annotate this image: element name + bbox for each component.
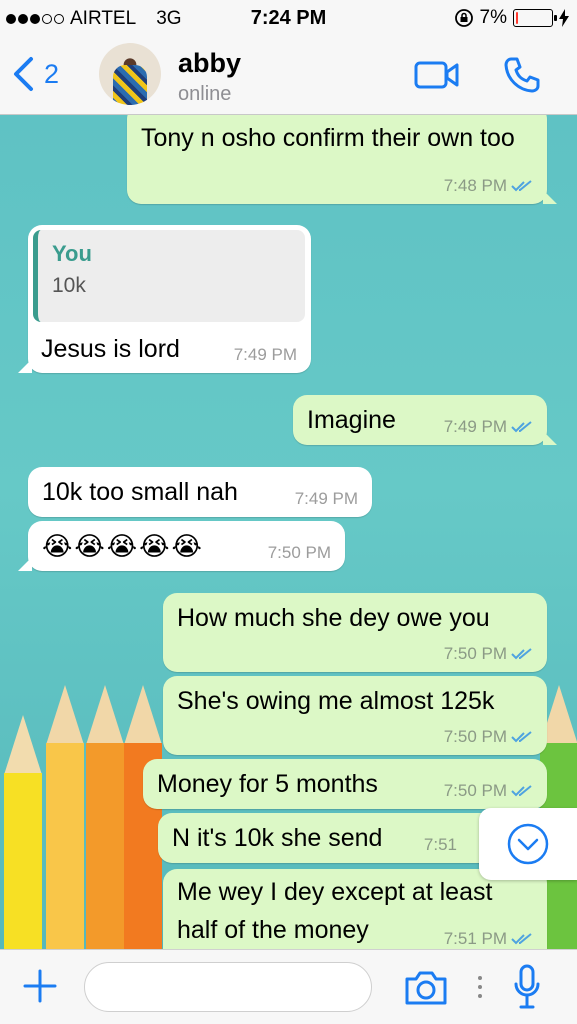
message-incoming-reply[interactable]: You 10k Jesus is lord 7:49 PM: [18, 225, 311, 373]
chat-area[interactable]: Tony n osho confirm their own too 7:48 P…: [0, 115, 577, 949]
message-text: How much she dey owe you: [177, 604, 490, 632]
contact-status: online: [178, 83, 232, 105]
quoted-text: 10k: [52, 274, 86, 297]
attach-plus-icon[interactable]: [22, 968, 58, 1004]
quoted-message[interactable]: You 10k: [33, 230, 305, 322]
unread-count: 2: [44, 58, 60, 89]
message-outgoing[interactable]: Me wey I dey except at least half of the…: [163, 869, 547, 949]
message-incoming-emoji[interactable]: 😭😭😭😭😭 7:50 PM: [18, 521, 345, 571]
message-time: 7:51 PM: [443, 929, 507, 948]
chevron-down-circle-icon: [507, 823, 549, 865]
message-meta: 7:48 PM: [444, 176, 533, 196]
battery-icon: [513, 9, 557, 27]
read-receipt-icon: [511, 180, 532, 192]
message-outgoing[interactable]: Tony n osho confirm their own too 7:48 P…: [127, 115, 557, 204]
read-receipt-icon: [511, 731, 532, 743]
microphone-icon[interactable]: [512, 964, 542, 1010]
battery-percent: 7%: [479, 7, 507, 28]
scroll-to-bottom-button[interactable]: [479, 808, 577, 880]
rotation-lock-icon: [454, 9, 473, 27]
message-time: 7:50 PM: [443, 781, 507, 800]
back-button[interactable]: 2: [12, 56, 59, 92]
message-time: 7:50 PM: [443, 727, 507, 746]
chat-header: 2 abby online: [0, 38, 577, 115]
message-incoming[interactable]: 10k too small nah 7:49 PM: [28, 467, 372, 517]
message-input-bar: [0, 949, 577, 1024]
message-time: 7:50 PM: [443, 644, 507, 663]
charging-bolt-icon: [559, 9, 569, 27]
message-outgoing[interactable]: Imagine 7:49 PM: [293, 395, 557, 445]
message-time: 7:49 PM: [443, 417, 507, 436]
status-bar: AIRTEL 3G 7:24 PM 7%: [0, 0, 577, 38]
phone-call-icon[interactable]: [502, 55, 542, 95]
message-time: 7:49 PM: [294, 489, 358, 508]
read-receipt-icon: [511, 648, 532, 660]
message-time: 7:49 PM: [233, 345, 297, 364]
message-outgoing[interactable]: Money for 5 months 7:50 PM: [143, 759, 547, 809]
message-time: 7:50 PM: [267, 543, 331, 562]
read-receipt-icon: [511, 421, 532, 433]
message-text: Tony n osho confirm their own too: [141, 124, 515, 152]
quoted-author: You: [52, 241, 92, 266]
read-receipt-icon: [511, 785, 532, 797]
message-outgoing[interactable]: How much she dey owe you 7:50 PM: [163, 593, 547, 672]
message-text: She's owing me almost 125k: [177, 687, 495, 715]
more-options-icon[interactable]: [478, 976, 482, 998]
contact-name[interactable]: abby: [178, 48, 241, 79]
avatar[interactable]: [99, 43, 161, 105]
message-input[interactable]: [84, 962, 372, 1012]
message-meta: 7:49 PM: [444, 417, 533, 437]
message-time: 7:48 PM: [443, 176, 507, 195]
camera-icon[interactable]: [404, 970, 448, 1006]
message-meta: 7:50 PM: [444, 781, 533, 801]
video-call-icon[interactable]: [414, 60, 460, 90]
message-time: 7:51: [423, 835, 457, 854]
message-meta: 7:50 PM: [444, 727, 533, 747]
read-receipt-icon: [511, 933, 532, 945]
message-meta: 7:51 PM: [444, 929, 533, 949]
message-outgoing[interactable]: She's owing me almost 125k 7:50 PM: [163, 676, 547, 755]
message-meta: 7:50 PM: [444, 644, 533, 664]
chevron-left-icon: [14, 57, 33, 91]
